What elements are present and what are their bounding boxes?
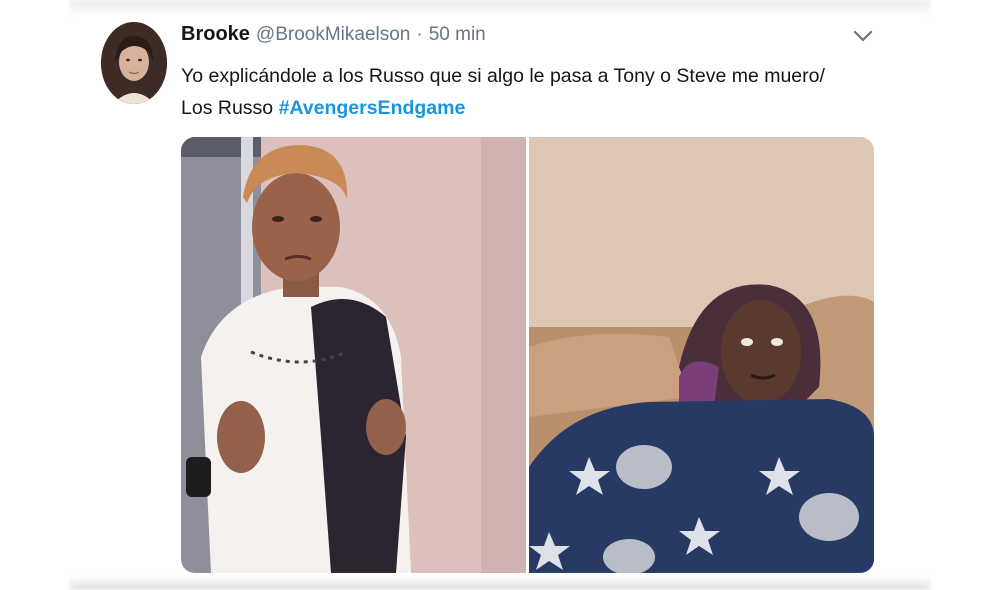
chevron-down-icon xyxy=(853,30,873,42)
media-photo-left[interactable] xyxy=(181,137,526,573)
tweet-header: Brooke @BrookMikaelson · 50 min xyxy=(181,23,486,49)
bottom-edge-shadow xyxy=(70,576,930,590)
media-photo-right[interactable] xyxy=(529,137,874,573)
avatar[interactable] xyxy=(101,22,167,104)
separator-dot: · xyxy=(416,24,423,45)
tweet-card[interactable]: Brooke @BrookMikaelson · 50 min Yo expli… xyxy=(0,0,1000,590)
tweet-text: Yo explicándole a los Russo que si algo … xyxy=(181,60,861,124)
avatar-image xyxy=(101,22,167,104)
author-handle[interactable]: @BrookMikaelson xyxy=(256,24,410,46)
author-name[interactable]: Brooke xyxy=(181,23,250,46)
hashtag-link[interactable]: #AvengersEndgame xyxy=(279,97,466,119)
photo-woman-on-couch xyxy=(529,137,874,573)
tweet-media[interactable] xyxy=(181,137,874,573)
tweet-timestamp[interactable]: 50 min xyxy=(429,24,486,46)
tweet-menu-button[interactable] xyxy=(851,26,875,46)
photo-crying-woman xyxy=(181,137,526,573)
